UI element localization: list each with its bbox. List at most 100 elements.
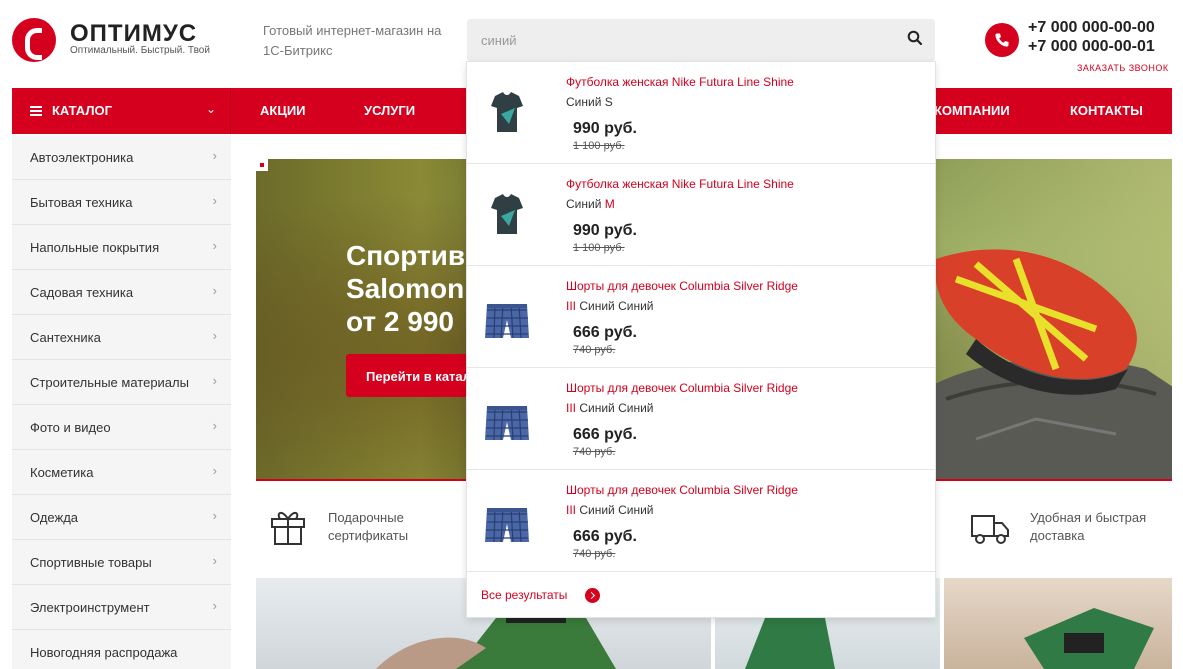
result-name[interactable]: Футболка женская Nike Futura Line Shine …: [566, 72, 806, 112]
sidebar-item-label: Электроинструмент: [30, 600, 150, 615]
result-old-price: 1 100 руб.: [573, 242, 625, 254]
sidebar-item[interactable]: Бытовая техника ›: [12, 180, 231, 225]
chevron-right-icon: ›: [212, 463, 217, 478]
sidebar-item[interactable]: Автоэлектроника ›: [12, 135, 231, 180]
drill-image: [1024, 608, 1154, 669]
sidebar-item-label: Новогодняя распродажа: [30, 645, 178, 660]
result-color: Синий Синий: [579, 503, 654, 517]
sidebar-item[interactable]: Электроинструмент ›: [12, 585, 231, 630]
phone-number-1[interactable]: +7 000 000-00-00: [1028, 19, 1155, 37]
result-color: Синий Синий: [579, 299, 654, 313]
arrow-right-icon[interactable]: [585, 588, 600, 603]
sidebar-item[interactable]: Напольные покрытия ›: [12, 225, 231, 270]
sidebar-item[interactable]: Новогодняя распродажа: [12, 630, 231, 669]
result-price: 666 руб.: [573, 528, 637, 545]
search-input[interactable]: [467, 19, 897, 61]
sidebar-item[interactable]: Фото и видео ›: [12, 405, 231, 450]
search-box: [467, 19, 935, 61]
sidebar-item-label: Бытовая техника: [30, 195, 133, 210]
result-price: 666 руб.: [573, 324, 637, 341]
logo-icon[interactable]: [12, 18, 56, 62]
menu-icon: [30, 106, 42, 116]
tshirt-icon: [491, 92, 523, 132]
result-size: S: [604, 95, 613, 109]
chevron-right-icon: ›: [212, 598, 217, 613]
result-size: M: [604, 197, 615, 211]
sidebar-item-label: Напольные покрытия: [30, 240, 160, 255]
chevron-down-icon: ⌄: [205, 102, 216, 116]
sidebar-item-label: Автоэлектроника: [30, 150, 134, 165]
result-price: 666 руб.: [573, 426, 637, 443]
nav-item-services[interactable]: УСЛУГИ: [364, 103, 415, 118]
result-old-price: 740 руб.: [573, 446, 616, 458]
result-price: 990 руб.: [573, 222, 637, 239]
result-old-price: 1 100 руб.: [573, 140, 625, 152]
result-name[interactable]: Шорты для девочек Columbia Silver Ridge …: [566, 480, 806, 520]
catalog-label: КАТАЛОГ: [52, 103, 112, 118]
sidebar-item[interactable]: Садовая техника ›: [12, 270, 231, 315]
phone-number-2[interactable]: +7 000 000-00-01: [1028, 38, 1155, 56]
sidebar-item-label: Одежда: [30, 510, 79, 525]
search-result-item[interactable]: Шорты для девочек Columbia Silver Ridge …: [467, 266, 935, 368]
banner-marker: [256, 159, 268, 171]
sidebar-item-label: Сантехника: [30, 330, 101, 345]
all-results-link[interactable]: Все результаты: [481, 588, 567, 602]
shorts-icon: [485, 405, 529, 441]
chevron-right-icon: ›: [212, 148, 217, 163]
sidebar-item[interactable]: Одежда ›: [12, 495, 231, 540]
sidebar-item-label: Спортивные товары: [30, 555, 152, 570]
result-color: Синий: [566, 95, 602, 109]
result-name[interactable]: Шорты для девочек Columbia Silver Ridge …: [566, 378, 806, 418]
sidebar-item[interactable]: Косметика ›: [12, 450, 231, 495]
feature-gift-text: Подарочные сертификаты: [328, 510, 409, 543]
feature-delivery-text: Удобная и быстрая доставка: [1030, 510, 1147, 543]
result-name[interactable]: Шорты для девочек Columbia Silver Ridge …: [566, 276, 806, 316]
result-color: Синий Синий: [579, 401, 654, 415]
sidebar-item-label: Косметика: [30, 465, 94, 480]
shorts-icon: [485, 303, 529, 339]
chevron-right-icon: ›: [212, 553, 217, 568]
nav-item-sales[interactable]: АКЦИИ: [260, 103, 306, 118]
result-old-price: 740 руб.: [573, 548, 616, 560]
sidebar-item[interactable]: Строительные материалы ›: [12, 360, 231, 405]
shoe-image: [935, 249, 1137, 395]
result-price: 990 руб.: [573, 120, 637, 137]
catalog-sidebar: Автоэлектроника › Бытовая техника › Наполь…: [12, 135, 231, 669]
result-name-link[interactable]: Футболка женская Nike Futura Line Shine: [566, 75, 794, 89]
chevron-right-icon: ›: [212, 283, 217, 298]
search-result-item[interactable]: Шорты для девочек Columbia Silver Ridge …: [467, 470, 935, 572]
tshirt-icon: [491, 194, 523, 234]
search-result-item[interactable]: Футболка женская Nike Futura Line Shine …: [467, 164, 935, 266]
callback-link[interactable]: ЗАКАЗАТЬ ЗВОНОК: [1077, 63, 1169, 73]
nav-item-contacts[interactable]: КОНТАКТЫ: [1070, 103, 1143, 118]
search-result-item[interactable]: Футболка женская Nike Futura Line Shine …: [467, 62, 935, 164]
result-old-price: 740 руб.: [573, 344, 616, 356]
shorts-icon: [485, 507, 529, 543]
logo-slogan: Оптимальный. Быстрый. Твой: [70, 45, 210, 56]
logo-name[interactable]: ОПТИМУС: [70, 20, 197, 48]
chevron-right-icon: ›: [212, 418, 217, 433]
search-icon[interactable]: [907, 30, 927, 50]
result-name-link[interactable]: Футболка женская Nike Futura Line Shine: [566, 177, 794, 191]
sidebar-item-label: Фото и видео: [30, 420, 111, 435]
chevron-right-icon: ›: [212, 328, 217, 343]
sidebar-item[interactable]: Спортивные товары ›: [12, 540, 231, 585]
result-name[interactable]: Футболка женская Nike Futura Line Shine …: [566, 174, 806, 214]
sidebar-item-label: Строительные материалы: [30, 375, 189, 390]
chevron-right-icon: ›: [212, 373, 217, 388]
catalog-button[interactable]: КАТАЛОГ ⌄: [12, 88, 231, 134]
phone-icon: [985, 23, 1019, 57]
sidebar-item[interactable]: Сантехника ›: [12, 315, 231, 360]
chevron-right-icon: ›: [212, 238, 217, 253]
search-results-dropdown: Футболка женская Nike Futura Line Shine …: [466, 61, 936, 618]
chevron-right-icon: ›: [212, 193, 217, 208]
sidebar-item-label: Садовая техника: [30, 285, 134, 300]
result-color: Синий: [566, 197, 602, 211]
nav-item-company[interactable]: КОМПАНИИ: [934, 103, 1010, 118]
truck-icon: [971, 515, 1009, 544]
chevron-right-icon: ›: [212, 508, 217, 523]
search-result-item[interactable]: Шорты для девочек Columbia Silver Ridge …: [467, 368, 935, 470]
gift-icon: [271, 512, 305, 545]
header-description: Готовый интернет-магазин на 1С-Битрикс: [263, 23, 442, 58]
promo-image-wall[interactable]: [944, 578, 1172, 669]
